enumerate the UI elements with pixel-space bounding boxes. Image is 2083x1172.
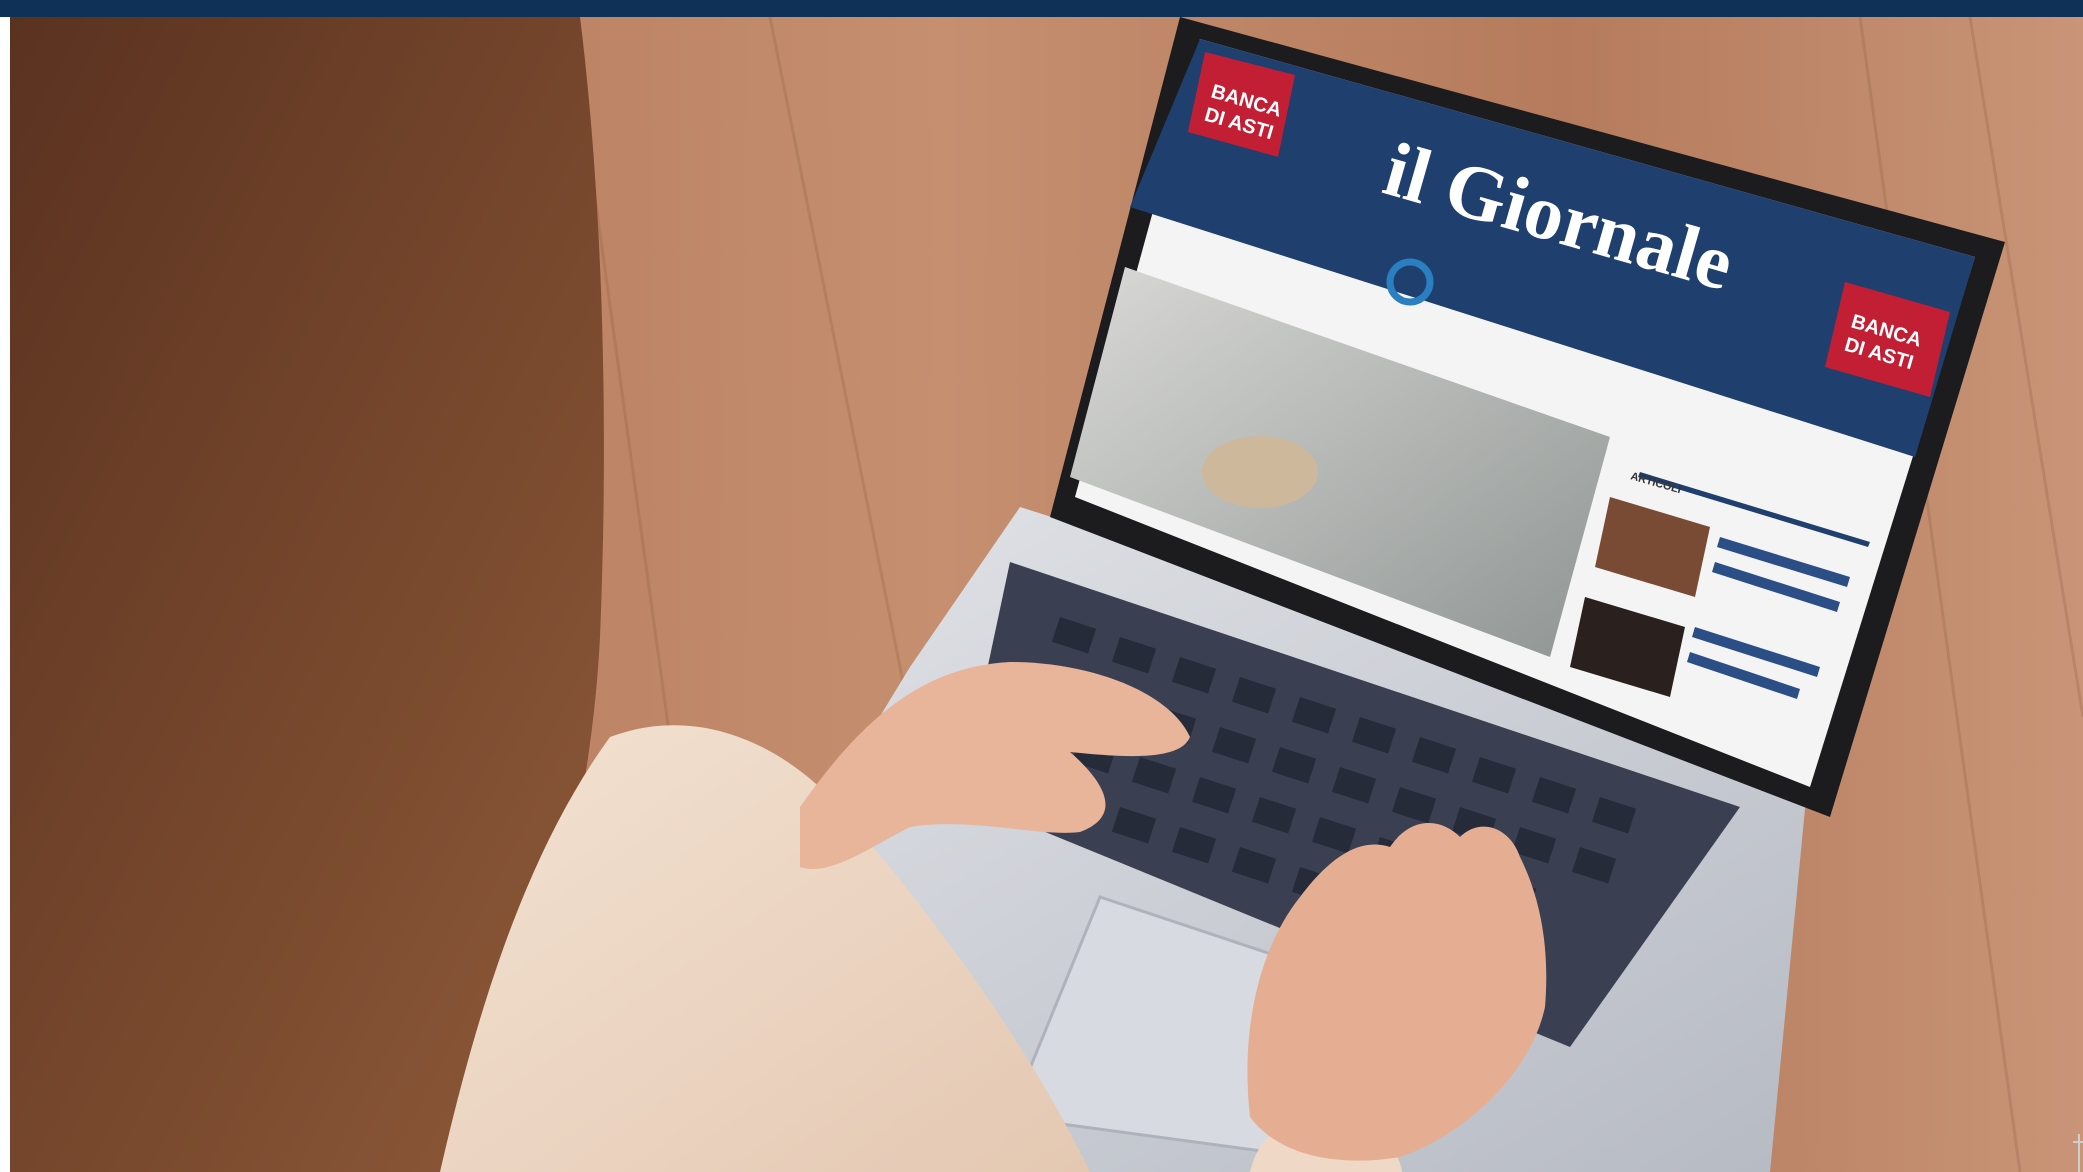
top-accent-bar: [0, 0, 2083, 17]
laptop-photo: il Giornale BANCA DI ASTI BANCA DI ASTI …: [10, 17, 2083, 1172]
dough-ball: [1202, 436, 1318, 508]
corner-mark: [2073, 1134, 2083, 1172]
